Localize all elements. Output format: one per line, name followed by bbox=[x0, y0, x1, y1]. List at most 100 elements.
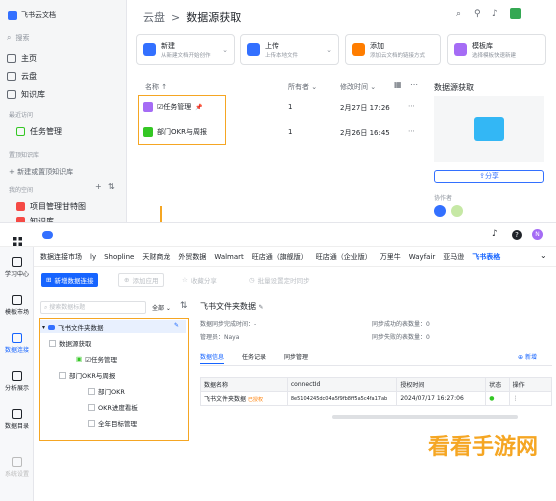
col-header: 授权时间 bbox=[396, 377, 487, 392]
share-node-icon[interactable]: ⚲ bbox=[474, 9, 481, 19]
add-app-button[interactable]: ⊕ 添加应用 bbox=[118, 273, 165, 287]
avatar[interactable] bbox=[510, 8, 521, 19]
connector-tab[interactable]: Wayfair bbox=[409, 253, 435, 261]
connector-tab[interactable]: Walmart bbox=[214, 253, 243, 261]
sidebar-item-cloud-drive[interactable]: 云盘 bbox=[7, 71, 37, 82]
connector-tabs: 数据连接市场 ly Shopline 天财商龙 外贸数据 Walmart 旺店通（旗舰版） 旺… bbox=[34, 247, 556, 267]
table-header: 数据名称 connectId 授权时间 状态 操作 bbox=[200, 377, 553, 392]
table-row[interactable]: 飞书文件夹数据 已授权 8e5104245dc04a5f9fb8ff5a5c4f… bbox=[200, 391, 553, 406]
space-item-project[interactable]: 项目管理甘特图 bbox=[16, 201, 86, 212]
button-label: 添加应用 bbox=[132, 277, 159, 285]
connector-tab[interactable]: 亚马逊 bbox=[443, 252, 464, 262]
tab-sync-manage[interactable]: 同步管理 bbox=[284, 352, 308, 361]
connector-tab[interactable]: ly bbox=[90, 253, 96, 261]
cloud-docs-window: 飞书云文档 ⌕ 搜索 主页 云盘 知识库 最近访问 任务管理 置顶知识库 + 新… bbox=[0, 0, 556, 226]
rail-analysis[interactable]: 分析展示 bbox=[0, 371, 34, 392]
more-icon[interactable]: ⋯ bbox=[410, 80, 418, 89]
detail-title: 飞书文件夹数据 ✎ bbox=[200, 301, 264, 312]
rail-data-connection[interactable]: 数据连接 bbox=[0, 333, 34, 354]
connector-tab[interactable]: Shopline bbox=[104, 253, 134, 261]
bell-icon[interactable]: ♪ bbox=[492, 9, 498, 19]
action-title: 新建 bbox=[161, 41, 175, 50]
add-data-button[interactable]: ⊕ 新增 bbox=[518, 352, 537, 361]
collect-share-button[interactable]: ☆ 收藏分享 bbox=[177, 273, 222, 287]
more-icon[interactable]: ⋮ bbox=[513, 395, 519, 402]
sidebar-item-wiki[interactable]: 知识库 bbox=[7, 89, 45, 100]
connector-tab[interactable]: 天财商龙 bbox=[142, 252, 170, 262]
help-icon[interactable]: ? bbox=[512, 230, 522, 240]
rail-label: 学习中心 bbox=[4, 271, 29, 278]
new-button[interactable]: 新建 从新建文档开始创作 ⌄ bbox=[136, 34, 235, 65]
add-button[interactable]: 添加 添加云文档的链接方式 bbox=[345, 34, 441, 65]
batch-sync-button[interactable]: ◷ 批量设置定时同步 bbox=[244, 273, 315, 287]
catalog-icon bbox=[12, 409, 22, 419]
connector-tab[interactable]: 万里牛 bbox=[380, 252, 401, 262]
button-label: 收藏分享 bbox=[190, 277, 217, 285]
sort-icon[interactable]: ⇅ bbox=[108, 182, 115, 191]
new-connection-button[interactable]: ⊞ 新增数据连接 bbox=[41, 273, 99, 287]
bell-icon[interactable]: ♪ bbox=[492, 229, 498, 239]
wiki-section-title: 置顶知识库 bbox=[9, 152, 40, 159]
tab-data-info[interactable]: 数据信息 bbox=[200, 352, 225, 364]
action-sub: 从新建文档开始创作 bbox=[161, 52, 211, 59]
home-icon bbox=[7, 54, 16, 63]
col-owner[interactable]: 所有者 ⌄ bbox=[288, 82, 317, 92]
collab-avatar[interactable] bbox=[434, 205, 446, 217]
rail-templates[interactable]: 模板市场 bbox=[0, 295, 34, 316]
recent-item-task[interactable]: 任务管理 bbox=[16, 126, 62, 137]
chevron-down-icon[interactable]: ⌄ bbox=[540, 251, 547, 260]
connector-tab[interactable]: 旺店通（企业版） bbox=[316, 252, 372, 262]
horizontal-scrollbar[interactable] bbox=[332, 415, 518, 419]
sidebar-item-home[interactable]: 主页 bbox=[7, 53, 37, 64]
connector-tab[interactable]: 旺店通（旗舰版） bbox=[252, 252, 308, 262]
search-input[interactable]: ⌕ 搜索数据标题 bbox=[40, 301, 146, 314]
sort-icon[interactable]: ⇅ bbox=[180, 301, 188, 311]
more-icon[interactable]: ⋯ bbox=[408, 102, 415, 110]
link-icon bbox=[352, 43, 365, 56]
connector-tab[interactable]: 数据连接市场 bbox=[40, 252, 82, 262]
connector-tab[interactable]: 外贸数据 bbox=[178, 252, 206, 262]
tab-task-log[interactable]: 任务记录 bbox=[242, 352, 266, 361]
highlight-box bbox=[138, 95, 226, 145]
search-icon: ⌕ bbox=[7, 33, 12, 42]
connection-icon bbox=[12, 333, 22, 343]
search-icon[interactable]: ⌕ bbox=[456, 9, 461, 19]
sync-done-time: 数据同步完成时间：- bbox=[200, 321, 257, 328]
filter-select[interactable]: 全部 ⌄ bbox=[152, 303, 171, 312]
rail-settings[interactable]: 系统设置 bbox=[0, 457, 34, 478]
learning-icon bbox=[12, 257, 22, 267]
col-header: 操作 bbox=[508, 377, 553, 392]
upload-icon bbox=[247, 43, 260, 56]
grid-menu-icon[interactable] bbox=[13, 231, 22, 246]
data-name-text: 飞书文件夹数据 bbox=[204, 396, 247, 403]
col-modified[interactable]: 修改时间 ⌄ bbox=[340, 82, 376, 92]
template-button[interactable]: 模板库 选择模板快速新建 bbox=[447, 34, 546, 65]
edit-icon[interactable]: ✎ bbox=[259, 304, 264, 311]
sidebar-item-label: 云盘 bbox=[21, 72, 37, 81]
sidebar-search[interactable]: ⌕ 搜索 bbox=[7, 33, 120, 43]
collab-avatar[interactable] bbox=[451, 205, 463, 217]
new-wiki-link[interactable]: + 新建或置顶知识库 bbox=[9, 167, 73, 177]
rail-catalog[interactable]: 数据目录 bbox=[0, 409, 34, 430]
cell-time: 2024/07/17 16:27:06 bbox=[396, 391, 487, 406]
my-space-title: 我的空间 bbox=[9, 187, 34, 194]
share-button[interactable]: ⇪分享 bbox=[434, 170, 544, 183]
col-name[interactable]: 名称 ↑ bbox=[145, 82, 167, 92]
plus-icon bbox=[143, 43, 156, 56]
app-logo-icon bbox=[42, 231, 53, 239]
more-icon[interactable]: ⋯ bbox=[408, 127, 415, 135]
rail-learning[interactable]: 学习中心 bbox=[0, 257, 34, 278]
avatar-icon[interactable]: N bbox=[532, 229, 543, 240]
rail-label: 分析展示 bbox=[4, 385, 29, 392]
template-icon bbox=[454, 43, 467, 56]
grid-view-icon[interactable]: ▦ bbox=[394, 80, 402, 89]
rail-label: 模板市场 bbox=[4, 309, 29, 316]
rail-label: 系统设置 bbox=[4, 471, 29, 478]
upload-button[interactable]: 上传 上传本地文件 ⌄ bbox=[240, 34, 339, 65]
breadcrumb-root[interactable]: 云盘 bbox=[143, 9, 165, 25]
breadcrumb-sep: > bbox=[171, 10, 181, 24]
connector-tab[interactable]: 飞书表格 bbox=[472, 252, 500, 262]
divider bbox=[200, 365, 552, 366]
add-icon[interactable]: + bbox=[95, 182, 102, 191]
chevron-down-icon: ⌄ bbox=[326, 45, 332, 54]
